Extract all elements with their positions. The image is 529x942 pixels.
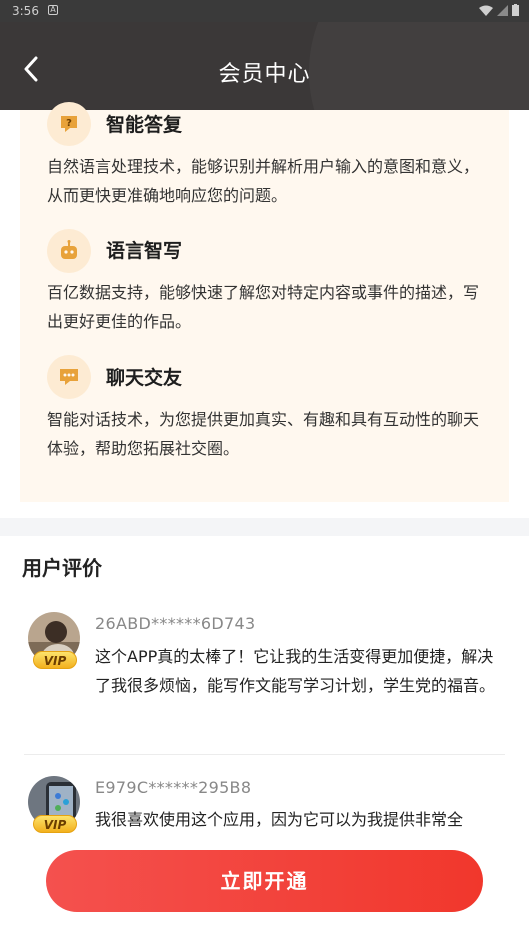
feature-desc: 智能对话技术，为您提供更加真实、有趣和具有互动性的聊天体验，帮助您拓展社交圈。 xyxy=(47,410,480,458)
review-username: 26ABD******6D743 xyxy=(95,614,256,633)
robot-icon xyxy=(47,229,91,273)
status-icons xyxy=(479,4,519,16)
page-title: 会员中心 xyxy=(218,62,311,87)
feature-title: 智能答复 xyxy=(106,114,183,136)
avatar: VIP xyxy=(28,612,82,674)
wifi-icon xyxy=(479,5,493,16)
activate-button[interactable]: 立即开通 xyxy=(46,850,483,912)
feature-title: 语言智写 xyxy=(106,240,183,262)
signal-icon xyxy=(497,4,508,16)
status-bar: 3:56 A xyxy=(0,0,529,22)
features-card: ? 智能答复 自然语言处理技术，能够识别并解析用户输入的意图和意义，从而更快更准… xyxy=(20,102,509,502)
bottom-bar: 立即开通 xyxy=(0,836,529,942)
section-divider xyxy=(0,518,529,536)
app-header: 会员中心 xyxy=(0,22,529,110)
vip-badge: VIP xyxy=(33,815,77,833)
reviews-title: 用户评价 xyxy=(22,556,102,580)
question-bubble-icon: ? xyxy=(47,102,91,146)
feature-desc: 百亿数据支持，能够快速了解您对特定内容或事件的描述，写出更好更佳的作品。 xyxy=(47,283,480,331)
review-username: E979C******295B8 xyxy=(95,778,252,797)
avatar: VIP xyxy=(28,776,82,838)
review-separator xyxy=(24,754,505,755)
svg-text:?: ? xyxy=(66,118,72,129)
feature-desc: 自然语言处理技术，能够识别并解析用户输入的意图和意义，从而更快更准确地响应您的问… xyxy=(47,157,480,205)
review-text: 我很喜欢使用这个应用，因为它可以为我提供非常全 xyxy=(95,810,464,829)
notification-icon: A xyxy=(48,5,58,15)
feature-title: 聊天交友 xyxy=(106,367,183,389)
chat-bubble-icon xyxy=(47,355,91,399)
review-text: 这个APP真的太棒了！它让我的生活变得更加便捷，解决了我很多烦恼，能写作文能写学… xyxy=(95,647,496,695)
vip-badge: VIP xyxy=(33,651,77,669)
status-time: 3:56 xyxy=(12,4,39,18)
battery-icon xyxy=(512,4,519,16)
